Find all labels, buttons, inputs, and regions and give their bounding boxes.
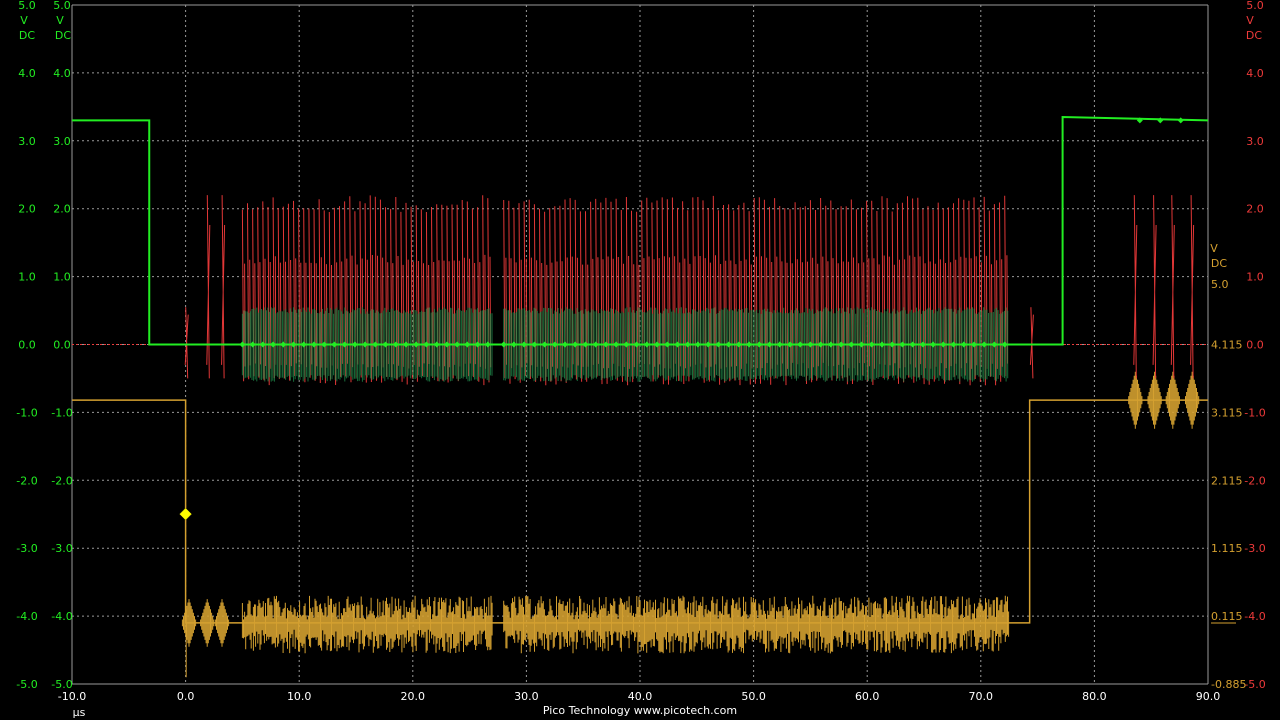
y-tick-label-a: 2.0 (18, 203, 36, 216)
y-tick-label-a2: -3.0 (51, 542, 72, 555)
y-tick-label-c: 2.115 (1211, 474, 1243, 487)
x-tick-label: 80.0 (1082, 690, 1107, 703)
x-tick-label: 70.0 (969, 690, 994, 703)
y-tick-label-a2: -2.0 (51, 474, 72, 487)
y-tick-label-c: 3.115 (1211, 406, 1243, 419)
x-tick-label: 50.0 (741, 690, 766, 703)
y-tick-label-b: 4.0 (1246, 67, 1264, 80)
y-tick-label-b: -2.0 (1244, 474, 1265, 487)
y-tick-label-a2: -1.0 (51, 406, 72, 419)
y-tick-label-b: 0.0 (1246, 339, 1264, 352)
x-tick-label: 40.0 (628, 690, 653, 703)
y-tick-label-a: 5.0 (18, 0, 36, 12)
y-tick-label-a: 3.0 (18, 135, 36, 148)
y-tick-label-b: -5.0 (1244, 678, 1265, 691)
y-tick-label-a: -5.0 (16, 678, 37, 691)
y-tick-label-c: 5.0 (1211, 278, 1229, 291)
y-tick-label-c: 0.115 (1211, 610, 1243, 623)
y-tick-label-b: -3.0 (1244, 542, 1265, 555)
y-tick-label-a: -4.0 (16, 610, 37, 623)
y-unit-dc-b: DC (1246, 29, 1262, 42)
y-unit-a: V (20, 14, 28, 27)
x-tick-label: 0.0 (177, 690, 195, 703)
y-tick-label-b: 3.0 (1246, 135, 1264, 148)
x-tick-label: 60.0 (855, 690, 880, 703)
y-tick-label-b: 2.0 (1246, 203, 1264, 216)
y-tick-label-a2: 4.0 (53, 67, 71, 80)
y-tick-label-a: -3.0 (16, 542, 37, 555)
y-unit-dc-a: DC (19, 29, 35, 42)
footer-brand: Pico Technology www.picotech.com (542, 704, 738, 717)
y-unit-c: V (1210, 242, 1218, 255)
y-tick-label-a2: 3.0 (53, 135, 71, 148)
y-tick-label-a2: -5.0 (51, 678, 72, 691)
y-tick-label-b: 1.0 (1246, 271, 1264, 284)
y-tick-label-a: -1.0 (16, 406, 37, 419)
y-tick-label-a: -2.0 (16, 474, 37, 487)
x-tick-label: 30.0 (514, 690, 539, 703)
y-tick-label-b: 5.0 (1246, 0, 1264, 12)
x-tick-label: 10.0 (287, 690, 312, 703)
y-tick-label-a2: 1.0 (53, 271, 71, 284)
y-tick-label-b: -1.0 (1244, 406, 1265, 419)
x-tick-label: 20.0 (401, 690, 426, 703)
oscilloscope-chart: -10.0 0.0 10.0 20.0 30.0 40.0 50.0 60.0 70.0 80.0… (0, 0, 1280, 720)
y-tick-label-a: 4.0 (18, 67, 36, 80)
y-tick-label-a2: -4.0 (51, 610, 72, 623)
y-tick-label-b: -4.0 (1244, 610, 1265, 623)
y-tick-label-a2: 0.0 (53, 339, 71, 352)
y-tick-label-a: 1.0 (18, 271, 36, 284)
y-tick-label-a2: 2.0 (53, 203, 71, 216)
y-unit-b: V (1246, 14, 1254, 27)
y-tick-label-c: 4.115 (1211, 339, 1243, 352)
y-tick-label-c: 1.115 (1211, 542, 1243, 555)
y-tick-label-c: -0.885 (1211, 678, 1246, 691)
y-tick-label-a: 0.0 (18, 339, 36, 352)
x-tick-label: -10.0 (58, 690, 86, 703)
y-tick-label-a2: 5.0 (53, 0, 71, 12)
x-tick-label: 90.0 (1196, 690, 1221, 703)
y-unit-dc-a2: DC (55, 29, 71, 42)
y-unit-a2: V (56, 14, 64, 27)
y-unit-dc-c: DC (1211, 257, 1227, 270)
